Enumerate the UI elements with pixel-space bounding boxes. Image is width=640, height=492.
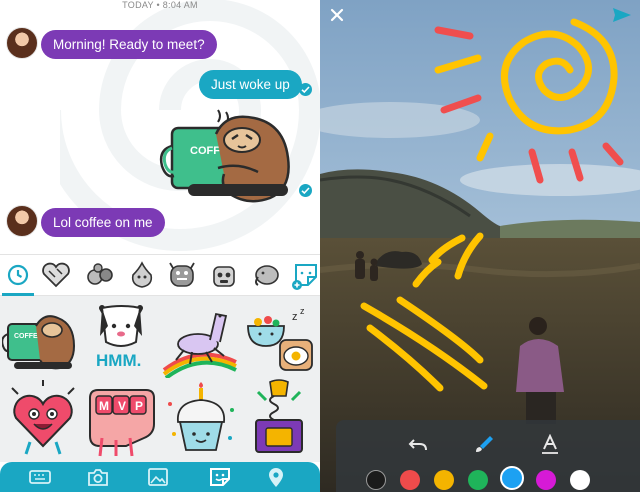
- onion-sticker-icon[interactable]: [126, 259, 158, 291]
- read-receipt-icon: [299, 83, 312, 96]
- compose-toolbar: [0, 462, 320, 492]
- animals-sticker-icon[interactable]: [84, 259, 116, 291]
- color-swatch-red[interactable]: [400, 470, 420, 490]
- color-swatch-black[interactable]: [366, 470, 386, 490]
- heart-character-sticker[interactable]: [4, 380, 82, 458]
- photo-editor: [320, 0, 640, 492]
- close-icon[interactable]: [328, 6, 346, 24]
- svg-text:z: z: [300, 306, 305, 316]
- outgoing-message[interactable]: Just woke up: [199, 70, 302, 99]
- text-icon[interactable]: [540, 434, 560, 454]
- jack-in-box-sticker[interactable]: [240, 378, 318, 456]
- monster-sticker-icon[interactable]: [166, 259, 198, 291]
- coffee-sloth-sticker[interactable]: COFFEE: [2, 302, 80, 380]
- incoming-message[interactable]: Lol coffee on me: [41, 208, 165, 237]
- sticker-text: HMM.: [96, 351, 141, 370]
- heart-sticker-icon[interactable]: [40, 259, 72, 291]
- robot-sticker-icon[interactable]: [208, 259, 240, 291]
- coffee-sloth-sticker[interactable]: COFFEE: [158, 106, 298, 206]
- elephant-sticker-icon[interactable]: [250, 259, 282, 291]
- color-swatch-yellow[interactable]: [434, 470, 454, 490]
- image-icon[interactable]: [146, 466, 170, 488]
- sticker-grid: COFFEE HMM. z z MVP: [0, 296, 320, 462]
- camera-icon[interactable]: [86, 466, 110, 488]
- color-swatch-green[interactable]: [468, 470, 488, 490]
- mvp-fist-sticker[interactable]: MVP: [82, 382, 160, 460]
- avatar[interactable]: [6, 27, 38, 59]
- avatar[interactable]: [6, 205, 38, 237]
- breakfast-sticker[interactable]: z z: [240, 300, 318, 378]
- read-receipt-icon: [299, 184, 312, 197]
- drawing-tool-panel: [336, 420, 640, 492]
- clock-icon[interactable]: [2, 259, 34, 291]
- location-pin-icon[interactable]: [264, 466, 288, 488]
- timestamp: TODAY • 8:04 AM: [122, 0, 198, 10]
- svg-text:z: z: [292, 311, 298, 323]
- drawing-overlay[interactable]: [320, 0, 640, 492]
- color-swatch-magenta[interactable]: [536, 470, 556, 490]
- keyboard-icon[interactable]: [28, 466, 52, 488]
- brush-icon[interactable]: [474, 434, 494, 454]
- llama-rainbow-sticker[interactable]: [160, 300, 238, 378]
- cupcake-sticker[interactable]: [162, 382, 240, 460]
- sticker-pack-tabs: [0, 254, 320, 296]
- send-icon[interactable]: [612, 6, 632, 24]
- undo-icon[interactable]: [408, 434, 428, 454]
- add-sticker-icon[interactable]: [290, 259, 320, 291]
- chat-panel: TODAY • 8:04 AM Morning! Ready to meet? …: [0, 0, 320, 492]
- incoming-message[interactable]: Morning! Ready to meet?: [41, 30, 217, 59]
- color-swatch-blue-selected[interactable]: [500, 466, 524, 490]
- hmm-dog-sticker[interactable]: HMM.: [82, 298, 160, 376]
- color-swatch-white[interactable]: [570, 470, 590, 490]
- sticker-icon[interactable]: [208, 466, 232, 488]
- sticker-text: MVP: [99, 399, 143, 413]
